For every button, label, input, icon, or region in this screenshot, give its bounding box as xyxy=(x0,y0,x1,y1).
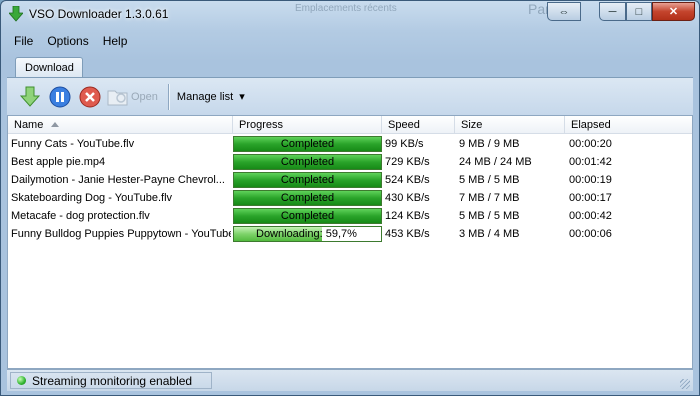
menu-file[interactable]: File xyxy=(7,31,40,51)
caption-buttons: ⇔ ─ □ ✕ xyxy=(547,2,695,22)
menu-bar: File Options Help xyxy=(7,31,693,51)
resize-grip-icon[interactable] xyxy=(680,379,690,389)
progress-bar: Completed xyxy=(233,154,382,170)
maximize-button[interactable]: □ xyxy=(626,2,652,21)
status-bar: Streaming monitoring enabled xyxy=(7,369,693,391)
open-folder-icon xyxy=(107,90,128,105)
row-speed: 729 KB/s xyxy=(385,156,430,168)
download-arrow-icon xyxy=(20,86,40,107)
progress-text: Completed xyxy=(280,210,335,222)
row-size: 5 MB / 5 MB xyxy=(459,210,520,222)
table-row[interactable]: Best apple pie.mp4 Completed 729 KB/s 24 MB… xyxy=(8,153,692,171)
row-elapsed: 00:00:19 xyxy=(569,174,612,186)
status-indicator-icon xyxy=(17,376,26,385)
status-panel: Streaming monitoring enabled xyxy=(10,372,212,389)
pause-icon xyxy=(49,86,71,107)
row-elapsed: 00:00:06 xyxy=(569,228,612,240)
row-elapsed: 00:01:42 xyxy=(569,156,612,168)
progress-bar: Completed xyxy=(233,190,382,206)
app-window: VSO Downloader 1.3.0.61 Emplacements réc… xyxy=(0,0,700,396)
toolbar: Open Manage list ▾ xyxy=(7,77,693,115)
download-list[interactable]: Name Progress Speed Size Elapsed Funny C… xyxy=(7,115,693,369)
row-speed: 99 KB/s xyxy=(385,138,424,150)
column-header-speed[interactable]: Speed xyxy=(382,116,455,134)
progress-bar: Downloading: 59,7% xyxy=(233,226,382,242)
open-label: Open xyxy=(131,90,158,103)
row-speed: 430 KB/s xyxy=(385,192,430,204)
row-name: Skateboarding Dog - YouTube.flv xyxy=(11,192,173,204)
column-header-size[interactable]: Size xyxy=(455,116,565,134)
sort-ascending-icon xyxy=(51,122,60,127)
table-row[interactable]: Funny Bulldog Puppies Puppytown - YouTub… xyxy=(8,225,692,243)
download-button[interactable] xyxy=(17,84,43,110)
row-size: 3 MB / 4 MB xyxy=(459,228,520,240)
row-elapsed: 00:00:17 xyxy=(569,192,612,204)
open-button[interactable]: Open xyxy=(107,84,158,110)
column-name-label: Name xyxy=(14,119,44,131)
column-header-progress[interactable]: Progress xyxy=(233,116,382,134)
manage-list-button[interactable]: Manage list ▾ xyxy=(176,90,245,104)
row-speed: 124 KB/s xyxy=(385,210,430,222)
row-name: Best apple pie.mp4 xyxy=(11,156,106,168)
row-name: Dailymotion - Janie Hester-Payne Chevrol… xyxy=(11,174,225,186)
row-speed: 453 KB/s xyxy=(385,228,430,240)
row-size: 7 MB / 7 MB xyxy=(459,192,520,204)
row-speed: 524 KB/s xyxy=(385,174,430,186)
minimize-button[interactable]: ─ xyxy=(599,2,626,21)
progress-text: Completed xyxy=(280,174,335,186)
menu-options[interactable]: Options xyxy=(40,31,95,51)
row-elapsed: 00:00:42 xyxy=(569,210,612,222)
row-size: 5 MB / 5 MB xyxy=(459,174,520,186)
close-button[interactable]: ✕ xyxy=(652,2,695,21)
progress-bar: Completed xyxy=(233,136,382,152)
row-size: 24 MB / 24 MB xyxy=(459,156,532,168)
menu-help[interactable]: Help xyxy=(96,31,135,51)
status-text: Streaming monitoring enabled xyxy=(32,373,193,388)
resize-toggle-button[interactable]: ⇔ xyxy=(547,2,581,21)
download-arrow-icon xyxy=(9,6,23,22)
table-row[interactable]: Metacafe - dog protection.flv Completed 12… xyxy=(8,207,692,225)
row-name: Funny Bulldog Puppies Puppytown - YouTub… xyxy=(11,228,231,240)
row-name: Metacafe - dog protection.flv xyxy=(11,210,150,222)
chevron-down-icon: ▾ xyxy=(239,91,245,103)
toolbar-separator xyxy=(167,83,169,110)
table-row[interactable]: Skateboarding Dog - YouTube.flv Completed… xyxy=(8,189,692,207)
row-size: 9 MB / 9 MB xyxy=(459,138,520,150)
progress-bar: Completed xyxy=(233,208,382,224)
table-row[interactable]: Dailymotion - Janie Hester-Payne Chevrol… xyxy=(8,171,692,189)
pause-button[interactable] xyxy=(47,84,73,110)
column-header-elapsed[interactable]: Elapsed xyxy=(565,116,692,134)
column-header-name[interactable]: Name xyxy=(8,116,233,134)
progress-bar: Completed xyxy=(233,172,382,188)
list-header: Name Progress Speed Size Elapsed xyxy=(8,116,692,134)
progress-text: Downloading: 59,7% xyxy=(256,228,357,240)
title-bar[interactable]: VSO Downloader 1.3.0.61 Emplacements réc… xyxy=(1,1,699,31)
row-elapsed: 00:00:20 xyxy=(569,138,612,150)
tab-strip: Download xyxy=(7,53,693,77)
row-name: Funny Cats - YouTube.flv xyxy=(11,138,135,150)
stop-x-icon xyxy=(79,86,101,107)
table-row[interactable]: Funny Cats - YouTube.flv Completed 99 KB/s… xyxy=(8,135,692,153)
background-window-text: Emplacements récents xyxy=(295,3,397,14)
tab-download[interactable]: Download xyxy=(15,57,83,77)
progress-text: Completed xyxy=(280,192,335,204)
progress-text: Completed xyxy=(280,138,335,150)
stop-button[interactable] xyxy=(77,84,103,110)
window-title: VSO Downloader 1.3.0.61 xyxy=(29,7,169,21)
progress-text: Completed xyxy=(280,156,335,168)
manage-list-label: Manage list xyxy=(176,90,234,103)
